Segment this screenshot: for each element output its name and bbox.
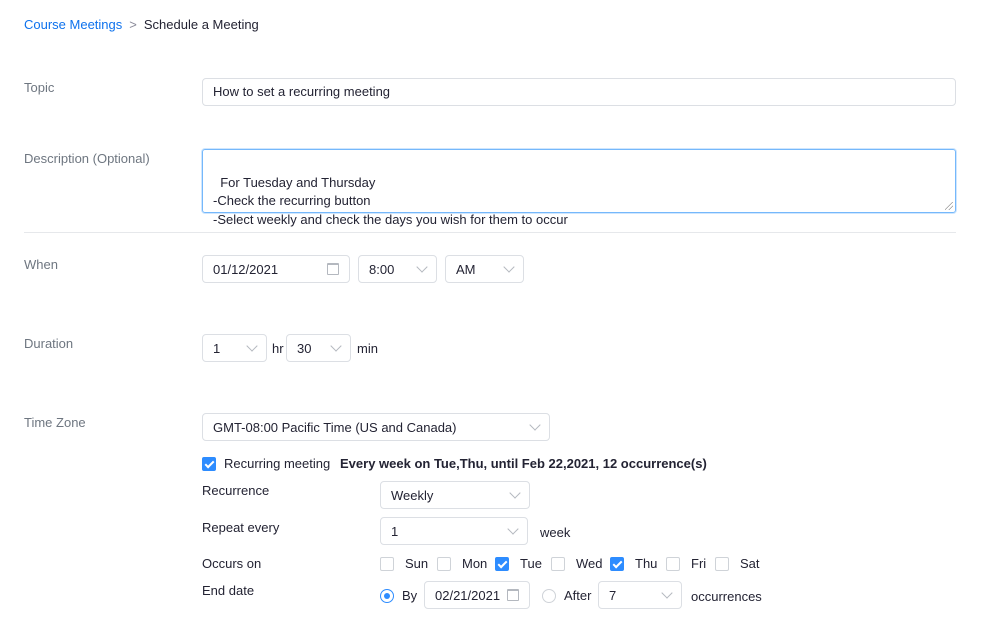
chevron-down-icon [509, 487, 521, 499]
ampm-value: AM [456, 261, 476, 277]
recurrence-value: Weekly [391, 487, 434, 503]
timezone-value: GMT-08:00 Pacific Time (US and Canada) [213, 419, 457, 435]
end-after-option[interactable]: After [542, 588, 591, 603]
recurring-meeting-toggle[interactable]: Recurring meeting [202, 456, 330, 471]
day-checkbox[interactable] [610, 556, 624, 571]
repeat-every-label: Repeat every [202, 520, 280, 535]
day-label: Tue [520, 556, 542, 571]
day-label: Wed [576, 556, 603, 571]
duration-hours-select[interactable]: 1 [202, 334, 267, 362]
end-date-value: 02/21/2021 [435, 587, 501, 603]
hours-unit: hr [272, 341, 284, 356]
day-checkbox[interactable] [437, 556, 451, 571]
repeat-value: 1 [391, 523, 399, 539]
end-after-label: After [564, 588, 592, 603]
day-option-thu[interactable]: Thu [610, 556, 657, 571]
end-date-label: End date [202, 583, 255, 598]
breadcrumb-separator: > [129, 17, 137, 32]
recurrence-select[interactable]: Weekly [380, 481, 530, 509]
day-option-mon[interactable]: Mon [437, 556, 487, 571]
calendar-icon [507, 589, 519, 601]
breadcrumb: Course Meetings > Schedule a Meeting [24, 17, 259, 32]
repeat-unit: week [540, 525, 571, 540]
timezone-label: Time Zone [24, 415, 86, 430]
day-label: Mon [462, 556, 488, 571]
chevron-down-icon [330, 340, 342, 352]
day-checkbox[interactable] [715, 556, 729, 571]
day-label: Fri [691, 556, 707, 571]
recurrence-label: Recurrence [202, 483, 270, 498]
end-by-radio[interactable] [380, 588, 394, 603]
day-checkbox[interactable] [380, 556, 394, 571]
repeat-every-select[interactable]: 1 [380, 517, 528, 545]
topic-input[interactable]: How to set a recurring meeting [202, 78, 956, 106]
description-text: For Tuesday and Thursday -Check the recu… [213, 174, 568, 227]
breadcrumb-course-meetings-link[interactable]: Course Meetings [24, 17, 122, 32]
duration-label: Duration [24, 336, 74, 351]
day-label: Sun [405, 556, 429, 571]
occurrences-value: 7 [609, 587, 617, 603]
timezone-select[interactable]: GMT-08:00 Pacific Time (US and Canada) [202, 413, 550, 441]
chevron-down-icon [507, 523, 519, 535]
when-label: When [24, 257, 58, 272]
calendar-icon [327, 263, 339, 275]
chevron-down-icon [503, 261, 515, 273]
recurring-checkbox[interactable] [202, 456, 216, 471]
description-label: Description (Optional) [24, 151, 150, 166]
end-after-radio[interactable] [542, 588, 556, 603]
day-option-tue[interactable]: Tue [495, 556, 542, 571]
time-select[interactable]: 8:00 [358, 255, 437, 283]
occurrences-select[interactable]: 7 [598, 581, 682, 609]
day-option-fri[interactable]: Fri [666, 556, 706, 571]
day-checkbox[interactable] [551, 556, 565, 571]
breadcrumb-current: Schedule a Meeting [143, 17, 259, 32]
minutes-unit: min [357, 341, 378, 356]
occurs-on-label: Occurs on [202, 556, 262, 571]
resize-handle-icon[interactable] [945, 202, 953, 210]
duration-minutes-select[interactable]: 30 [286, 334, 351, 362]
end-by-label: By [402, 588, 418, 603]
day-checkbox[interactable] [666, 556, 680, 571]
chevron-down-icon [529, 419, 541, 431]
section-divider [24, 232, 956, 233]
recurring-label: Recurring meeting [224, 456, 331, 471]
day-option-wed[interactable]: Wed [551, 556, 603, 571]
time-value: 8:00 [369, 261, 395, 277]
ampm-select[interactable]: AM [445, 255, 524, 283]
topic-label: Topic [24, 80, 55, 95]
end-by-option[interactable]: By [380, 588, 417, 603]
occurrences-unit: occurrences [691, 589, 762, 604]
day-checkbox[interactable] [495, 556, 509, 571]
day-option-sun[interactable]: Sun [380, 556, 428, 571]
day-label: Thu [635, 556, 658, 571]
end-date-picker[interactable]: 02/21/2021 [424, 581, 530, 609]
hours-value: 1 [213, 340, 221, 356]
chevron-down-icon [416, 261, 428, 273]
chevron-down-icon [661, 587, 673, 599]
day-option-sat[interactable]: Sat [715, 556, 760, 571]
recurrence-summary: Every week on Tue,Thu, until Feb 22,2021… [340, 456, 707, 471]
chevron-down-icon [246, 340, 258, 352]
date-picker[interactable]: 01/12/2021 [202, 255, 350, 283]
description-textarea[interactable]: For Tuesday and Thursday -Check the recu… [202, 149, 956, 227]
day-label: Sat [740, 556, 760, 571]
minutes-value: 30 [297, 340, 312, 356]
date-value: 01/12/2021 [213, 261, 279, 277]
